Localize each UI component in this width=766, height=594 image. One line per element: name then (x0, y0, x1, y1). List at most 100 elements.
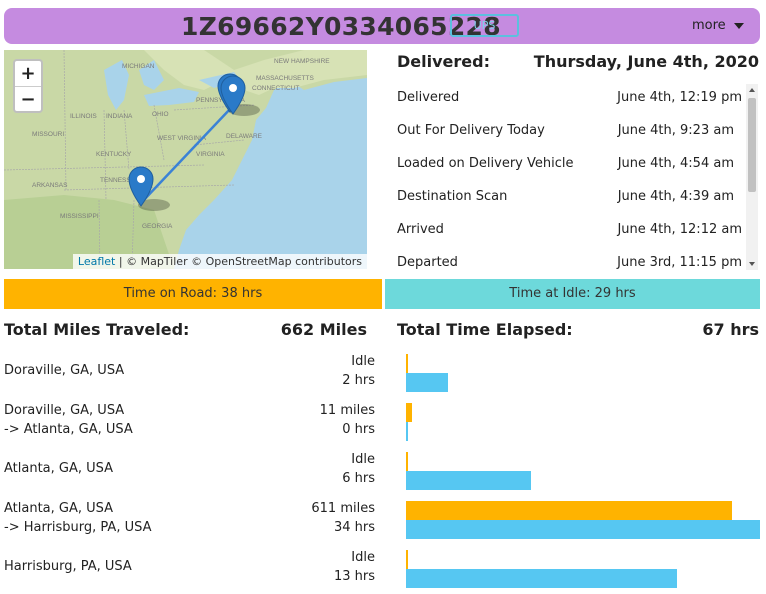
event-name: Loaded on Delivery Vehicle (397, 156, 574, 171)
event-name: Delivered (397, 90, 460, 105)
leg-bars (406, 550, 760, 594)
more-dropdown[interactable]: more (692, 18, 744, 33)
time-label: Total Time Elapsed: (397, 320, 573, 339)
leg-miles: Idle (351, 452, 375, 467)
carrier-badge[interactable]: UPS (450, 14, 519, 37)
leaflet-link[interactable]: Leaflet (78, 255, 115, 268)
event-time: June 4th, 12:19 pm (617, 90, 742, 105)
leg-bars (406, 354, 760, 398)
delivery-status: Delivered: Thursday, June 4th, 2020 (397, 50, 759, 76)
hours-bar (406, 422, 408, 441)
event-list[interactable]: Delivered June 4th, 12:19 pm Out For Del… (397, 84, 759, 270)
attribution-separator: | (118, 255, 123, 268)
leg-from: Harrisburg, PA, USA (4, 559, 132, 574)
tracking-events: Delivered: Thursday, June 4th, 2020 Deli… (397, 50, 759, 270)
map-label-massachusetts: MASSACHUSETTS (256, 75, 314, 82)
event-name: Out For Delivery Today (397, 123, 545, 138)
leg-from: Doraville, GA, USA (4, 403, 125, 418)
zoom-control: + − (13, 59, 43, 113)
time-summary: Total Time Elapsed: 67 hrs (397, 320, 759, 344)
leg-to: -> Atlanta, GA, USA (4, 422, 133, 437)
leg-hrs: 0 hrs (342, 422, 375, 437)
event-time: June 3rd, 11:15 pm (617, 255, 742, 270)
map-label-virginia: VIRGINIA (196, 151, 225, 158)
event-row: Destination Scan June 4th, 4:39 am (397, 183, 742, 216)
caret-down-icon (733, 22, 744, 29)
event-row: Delivered June 4th, 12:19 pm (397, 84, 742, 117)
leg-bars (406, 452, 760, 496)
event-row: Loaded on Delivery Vehicle June 4th, 4:5… (397, 150, 742, 183)
leg-from: Atlanta, GA, USA (4, 501, 114, 516)
scroll-thumb[interactable] (748, 98, 756, 192)
map-canvas: NEW HAMPSHIRE MASSACHUSETTS CONNECTICUT … (4, 50, 367, 269)
map-label-indiana: INDIANA (106, 113, 133, 120)
miles-bar (406, 550, 408, 569)
status-label: Delivered: (397, 52, 490, 71)
event-row: Out For Delivery Today June 4th, 9:23 am (397, 117, 742, 150)
leg-bars (406, 403, 760, 447)
time-value: 67 hrs (702, 320, 759, 339)
miles-bar (406, 354, 408, 373)
map-label-kentucky: KENTUCKY (96, 151, 132, 158)
leg-row: Harrisburg, PA, USA Idle 13 hrs (4, 550, 376, 594)
miles-value: 662 Miles (280, 320, 367, 339)
time-on-road-bar: Time on Road: 38 hrs (4, 279, 382, 309)
hours-bar (406, 373, 448, 392)
leg-miles: Idle (351, 354, 375, 369)
leg-to: -> Harrisburg, PA, USA (4, 520, 152, 535)
leg-row: Doraville, GA, USA -> Atlanta, GA, USA 1… (4, 403, 376, 447)
status-date: Thursday, June 4th, 2020 (533, 52, 759, 71)
map-label-delaware: DELAWARE (226, 133, 263, 140)
zoom-out-button[interactable]: − (15, 87, 41, 113)
map-label-michigan: MICHIGAN (122, 63, 155, 70)
miles-bar (406, 501, 732, 520)
leg-from: Atlanta, GA, USA (4, 461, 114, 476)
map-label-connecticut: CONNECTICUT (252, 85, 299, 92)
scroll-up-icon[interactable] (749, 88, 755, 92)
map-label-illinois: ILLINOIS (70, 113, 97, 120)
event-time: June 4th, 9:23 am (617, 123, 734, 138)
leg-miles: 11 miles (319, 403, 375, 418)
leg-hrs: 6 hrs (342, 471, 375, 486)
miles-label: Total Miles Traveled: (4, 320, 190, 339)
more-label: more (692, 18, 726, 33)
map-label-arkansas: ARKANSAS (32, 182, 68, 189)
event-time: June 4th, 4:39 am (617, 189, 734, 204)
scroll-down-icon[interactable] (749, 262, 755, 266)
event-list-scrollbar[interactable] (746, 84, 758, 270)
event-name: Arrived (397, 222, 444, 237)
miles-bar (406, 403, 412, 422)
leg-bars (406, 501, 760, 545)
leg-hrs: 34 hrs (333, 520, 375, 535)
hours-bar (406, 471, 531, 490)
leg-hrs: 2 hrs (342, 373, 375, 388)
event-time: June 4th, 12:12 am (617, 222, 742, 237)
event-time: June 4th, 4:54 am (617, 156, 734, 171)
map-label-mississippi: MISSISSIPPI (60, 213, 99, 220)
event-row: Departed June 3rd, 11:15 pm (397, 249, 742, 270)
leg-miles: Idle (351, 550, 375, 565)
map-label-missouri: MISSOURI (32, 131, 64, 138)
miles-bar (406, 452, 408, 471)
leg-hrs: 13 hrs (333, 569, 375, 584)
time-at-idle-bar: Time at Idle: 29 hrs (385, 279, 760, 309)
tracking-header: 1Z69662Y0334065228 UPS more (4, 8, 760, 44)
event-name: Departed (397, 255, 458, 270)
leg-row: Atlanta, GA, USA Idle 6 hrs (4, 452, 376, 496)
miles-summary: Total Miles Traveled: 662 Miles (4, 320, 367, 344)
map-label-ohio: OHIO (152, 111, 169, 118)
leg-row: Atlanta, GA, USA -> Harrisburg, PA, USA … (4, 501, 376, 545)
leg-row: Doraville, GA, USA Idle 2 hrs (4, 354, 376, 398)
hours-bar (406, 520, 760, 539)
attribution-text[interactable]: © MapTiler © OpenStreetMap contributors (126, 255, 362, 268)
hours-bar (406, 569, 677, 588)
leg-miles: 611 miles (311, 501, 375, 516)
leg-from: Doraville, GA, USA (4, 363, 125, 378)
route-map[interactable]: NEW HAMPSHIRE MASSACHUSETTS CONNECTICUT … (4, 50, 367, 269)
map-label-georgia: GEORGIA (142, 223, 173, 230)
event-name: Destination Scan (397, 189, 508, 204)
map-attribution: Leaflet | © MapTiler © OpenStreetMap con… (72, 254, 367, 269)
map-label-new-hampshire: NEW HAMPSHIRE (274, 58, 330, 65)
event-row: Arrived June 4th, 12:12 am (397, 216, 742, 249)
zoom-in-button[interactable]: + (15, 61, 41, 87)
